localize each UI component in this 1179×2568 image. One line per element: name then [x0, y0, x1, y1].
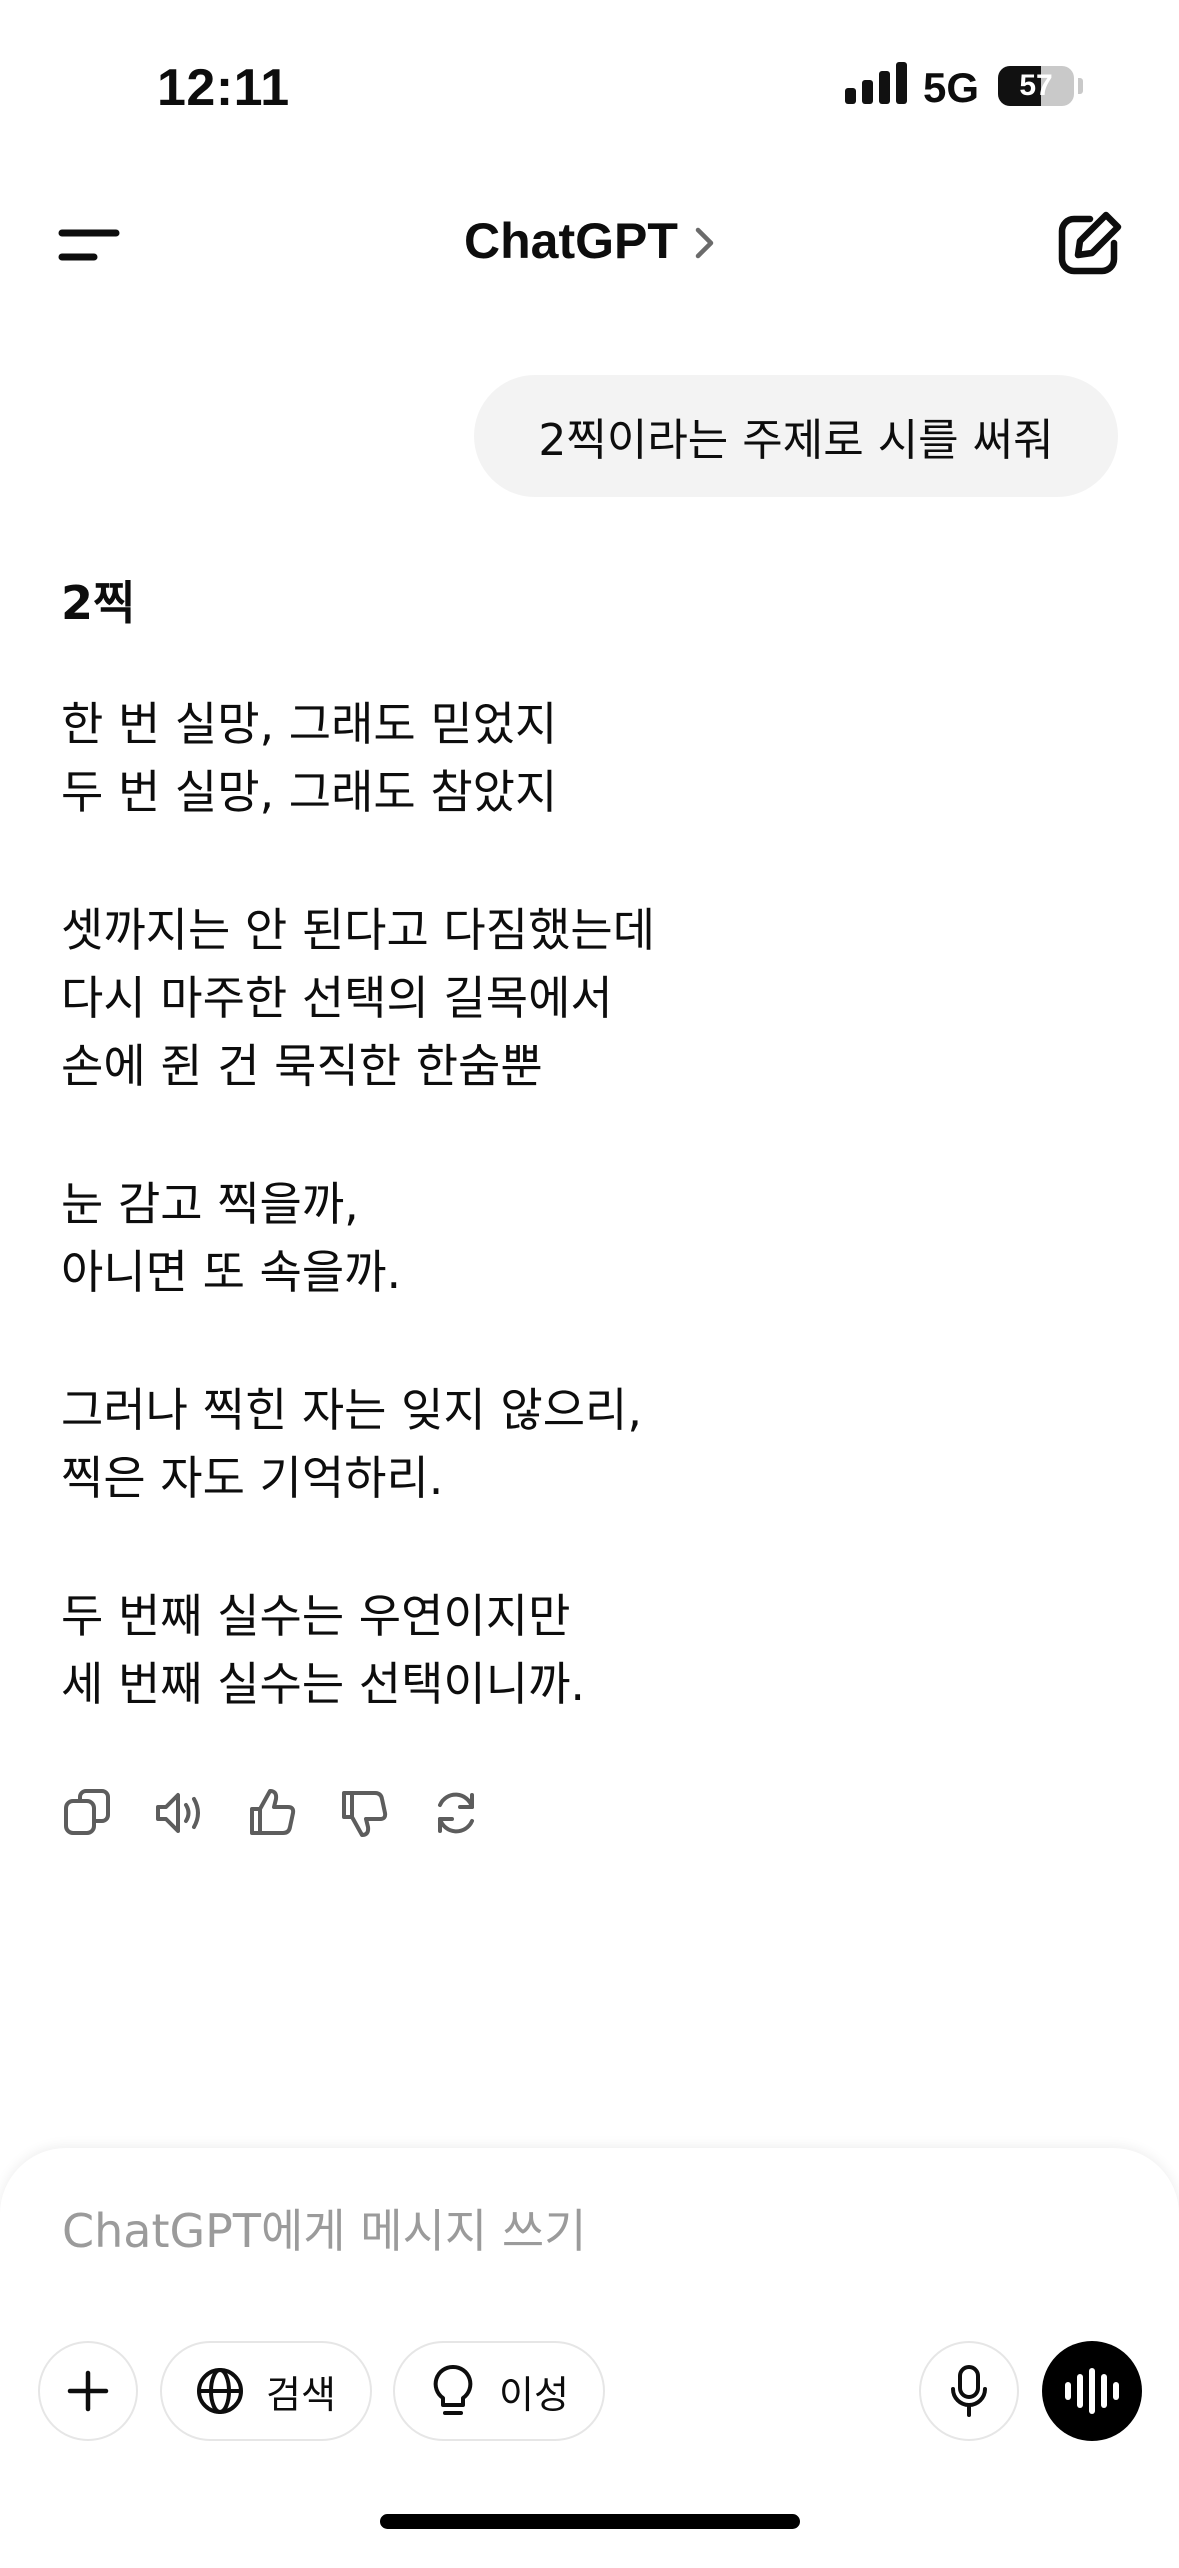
poem-line: 찍은 자도 기억하리.	[61, 1451, 444, 1505]
poem-stanza: 두 번째 실수는 우연이지만 세 번째 실수는 선택이니까.	[61, 1582, 1121, 1718]
poem-stanza: 한 번 실망, 그래도 믿었지 두 번 실망, 그래도 참았지	[61, 690, 1121, 826]
voice-mode-icon	[1065, 2368, 1119, 2414]
dictate-button[interactable]	[919, 2341, 1019, 2441]
thumbs-up-icon[interactable]	[244, 1785, 300, 1841]
poem-title: 2찍	[61, 576, 136, 630]
user-message-text: 2찍이라는 주제로 시를 써줘	[538, 415, 1054, 466]
poem-line: 손에 쥔 건 묵직한 한숨뿐	[61, 1039, 543, 1093]
poem-line: 눈 감고 찍을까,	[61, 1177, 359, 1231]
chevron-right-icon[interactable]	[690, 222, 720, 264]
new-chat-icon[interactable]	[1048, 205, 1128, 285]
poem-line: 그러나 찍힌 자는 잊지 않으리,	[61, 1383, 642, 1437]
voice-mode-button[interactable]	[1042, 2341, 1142, 2441]
network-type: 5G	[923, 64, 980, 111]
home-indicator	[380, 2514, 800, 2529]
reason-label: 이성	[499, 2372, 569, 2417]
battery-level: 57	[1019, 69, 1053, 102]
copy-icon[interactable]	[60, 1785, 116, 1841]
poem-line: 세 번째 실수는 선택이니까.	[61, 1657, 586, 1711]
thumbs-down-icon[interactable]	[336, 1785, 392, 1841]
read-aloud-icon[interactable]	[152, 1785, 208, 1841]
poem-line: 아니면 또 속을까.	[61, 1245, 402, 1299]
poem-line: 두 번째 실수는 우연이지만	[61, 1589, 571, 1643]
reason-button[interactable]: 이성	[393, 2341, 605, 2441]
poem-line: 셋까지는 안 된다고 다짐했는데	[61, 903, 656, 957]
message-input[interactable]	[62, 2204, 962, 2258]
poem-line: 다시 마주한 선택의 길목에서	[61, 971, 613, 1025]
attach-button[interactable]	[38, 2341, 138, 2441]
search-label: 검색	[266, 2372, 336, 2417]
battery-icon: 57	[998, 66, 1074, 106]
poem-stanza: 그러나 찍힌 자는 잊지 않으리, 찍은 자도 기억하리.	[61, 1376, 1121, 1512]
user-message-bubble[interactable]: 2찍이라는 주제로 시를 써줘	[474, 375, 1118, 497]
globe-icon	[197, 2368, 243, 2414]
poem-stanza: 셋까지는 안 된다고 다짐했는데 다시 마주한 선택의 길목에서 손에 쥔 건 …	[61, 896, 1121, 1100]
poem-stanza: 눈 감고 찍을까, 아니면 또 속을까.	[61, 1170, 1121, 1306]
status-time: 12:11	[157, 59, 290, 117]
battery-tip	[1078, 78, 1083, 94]
model-title[interactable]: ChatGPT	[464, 212, 678, 270]
search-button[interactable]: 검색	[160, 2341, 372, 2441]
regenerate-icon[interactable]	[428, 1785, 484, 1841]
poem-line: 한 번 실망, 그래도 믿었지	[61, 697, 558, 751]
cellular-signal-icon	[845, 62, 907, 104]
menu-icon[interactable]	[50, 205, 130, 285]
assistant-message: 2찍 한 번 실망, 그래도 믿었지 두 번 실망, 그래도 참았지 셋까지는 …	[61, 560, 1121, 1718]
lightbulb-icon	[433, 2364, 473, 2415]
plus-icon	[67, 2370, 109, 2412]
poem-line: 두 번 실망, 그래도 참았지	[61, 765, 558, 819]
microphone-icon	[951, 2365, 987, 2417]
